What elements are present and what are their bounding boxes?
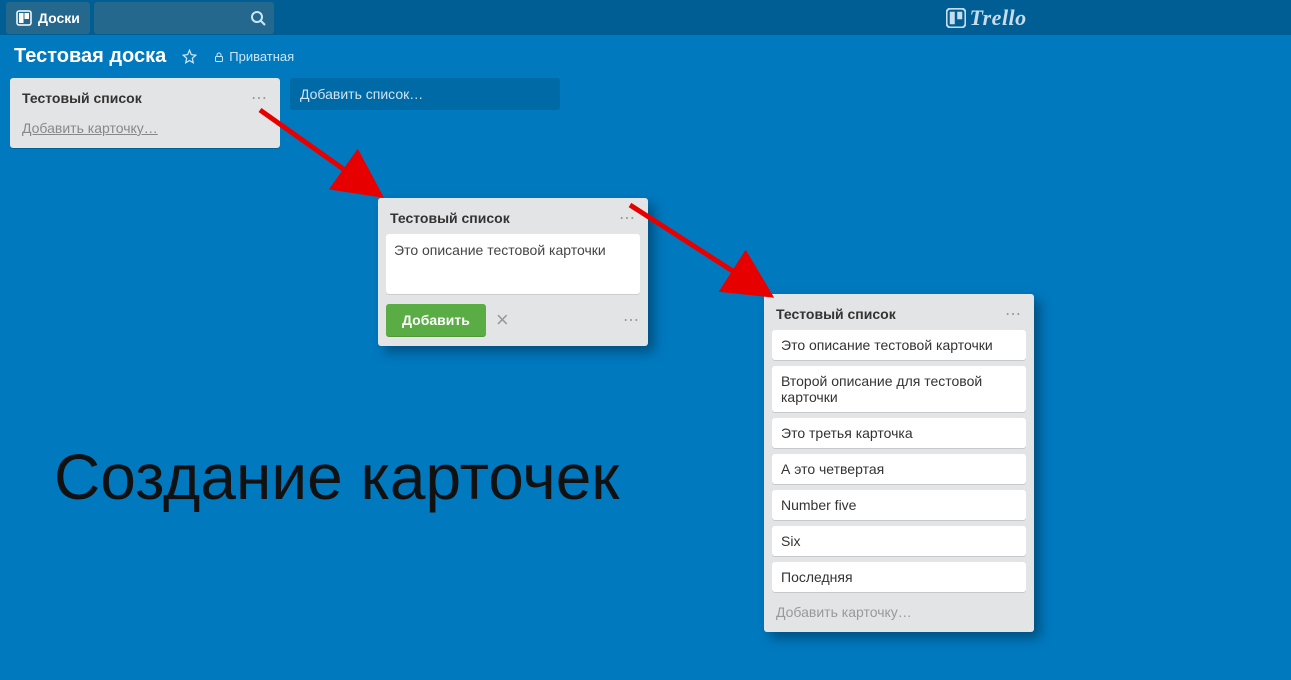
card[interactable]: Это третья карточка — [772, 418, 1026, 448]
list-step3: Тестовый список ⋯ Это описание тестовой … — [764, 294, 1034, 632]
card[interactable]: Последняя — [772, 562, 1026, 592]
card[interactable]: А это четвертая — [772, 454, 1026, 484]
privacy-indicator[interactable]: Приватная — [213, 49, 294, 64]
add-card-button[interactable]: Добавить — [386, 304, 486, 336]
card[interactable]: Six — [772, 526, 1026, 556]
board-canvas: Тестовый список ⋯ Добавить карточку… Доб… — [0, 78, 1291, 148]
add-card-link[interactable]: Добавить карточку… — [16, 114, 274, 142]
list-step2: Тестовый список ⋯ Это описание тестовой … — [378, 198, 648, 346]
app-header: Доски Trello — [0, 0, 1291, 35]
boards-icon — [16, 10, 32, 26]
composer-controls: Добавить × ⋯ — [384, 302, 642, 340]
card-composer-textarea[interactable]: Это описание тестовой карточки — [386, 234, 640, 294]
list-title[interactable]: Тестовый список — [776, 306, 896, 322]
slide-caption: Создание карточек — [54, 440, 619, 514]
list-menu-icon[interactable]: ⋯ — [1005, 304, 1022, 324]
card[interactable]: Второй описание для тестовой карточки — [772, 366, 1026, 412]
list-title[interactable]: Тестовый список — [390, 210, 510, 226]
search-icon — [250, 10, 266, 26]
lock-icon — [213, 51, 225, 63]
list-step1: Тестовый список ⋯ Добавить карточку… — [10, 78, 280, 148]
boards-button-label: Доски — [38, 10, 80, 26]
board-name[interactable]: Тестовая доска — [14, 45, 166, 68]
list-title[interactable]: Тестовый список — [22, 90, 142, 106]
app-logo: Trello — [946, 5, 1027, 31]
boards-button[interactable]: Доски — [6, 2, 90, 34]
card[interactable]: Это описание тестовой карточки — [772, 330, 1026, 360]
star-button[interactable] — [182, 49, 197, 64]
list-menu-icon[interactable]: ⋯ — [619, 208, 636, 228]
add-card-link[interactable]: Добавить карточку… — [770, 598, 1028, 626]
board-header: Тестовая доска Приватная — [0, 35, 1291, 78]
list-menu-icon[interactable]: ⋯ — [251, 88, 268, 108]
search-input[interactable] — [94, 2, 274, 34]
card[interactable]: Number five — [772, 490, 1026, 520]
add-list-button[interactable]: Добавить список… — [290, 78, 560, 110]
close-icon[interactable]: × — [496, 309, 509, 331]
composer-options-icon[interactable]: ⋯ — [623, 310, 640, 330]
